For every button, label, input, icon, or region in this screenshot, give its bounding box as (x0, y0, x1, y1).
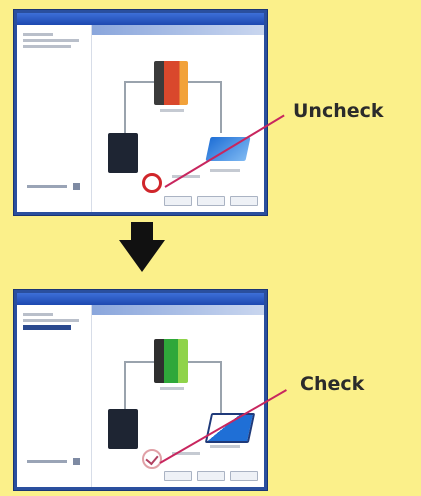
settings-window-before (14, 10, 267, 215)
dialog-buttons (164, 471, 258, 481)
printer-icon (154, 61, 188, 105)
side-panel-footer-text (27, 460, 67, 463)
side-panel-text (23, 45, 71, 48)
printer-icon (154, 339, 188, 383)
window-titlebar (17, 293, 264, 305)
check-callout: Check (300, 373, 365, 395)
side-panel-text (23, 39, 79, 42)
window-side-panel (17, 25, 92, 212)
cancel-button[interactable] (197, 471, 225, 481)
main-panel-header-bar (92, 25, 264, 35)
down-arrow-icon (119, 240, 165, 272)
checked-checkbox-icon[interactable] (142, 449, 162, 469)
window-side-panel (17, 305, 92, 487)
apply-button[interactable] (230, 471, 258, 481)
window-titlebar (17, 13, 264, 25)
side-panel-text (23, 313, 53, 316)
window-main-panel (92, 305, 264, 487)
dark-device-icon (108, 133, 138, 173)
ok-button[interactable] (164, 471, 192, 481)
ok-button[interactable] (164, 196, 192, 206)
side-panel-text (23, 33, 53, 36)
main-panel-header-bar (92, 305, 264, 315)
dark-device-icon (108, 409, 138, 449)
checkbox-icon[interactable] (142, 173, 162, 193)
dialog-buttons (164, 196, 258, 206)
apply-button[interactable] (230, 196, 258, 206)
device-label (160, 387, 184, 390)
cancel-button[interactable] (197, 196, 225, 206)
device-label (160, 109, 184, 112)
uncheck-callout: Uncheck (293, 100, 384, 122)
device-label (210, 445, 240, 448)
scanner-icon (204, 413, 256, 443)
down-arrow-icon (131, 222, 153, 242)
window-main-panel (92, 25, 264, 212)
checkmark-icon (145, 451, 159, 466)
settings-window-after (14, 290, 267, 490)
side-panel-selected-text (23, 325, 71, 330)
device-label (210, 169, 240, 172)
side-panel-footer-text (27, 185, 67, 188)
side-panel-footer-icon (73, 183, 80, 190)
side-panel-footer-icon (73, 458, 80, 465)
side-panel-text (23, 319, 79, 322)
